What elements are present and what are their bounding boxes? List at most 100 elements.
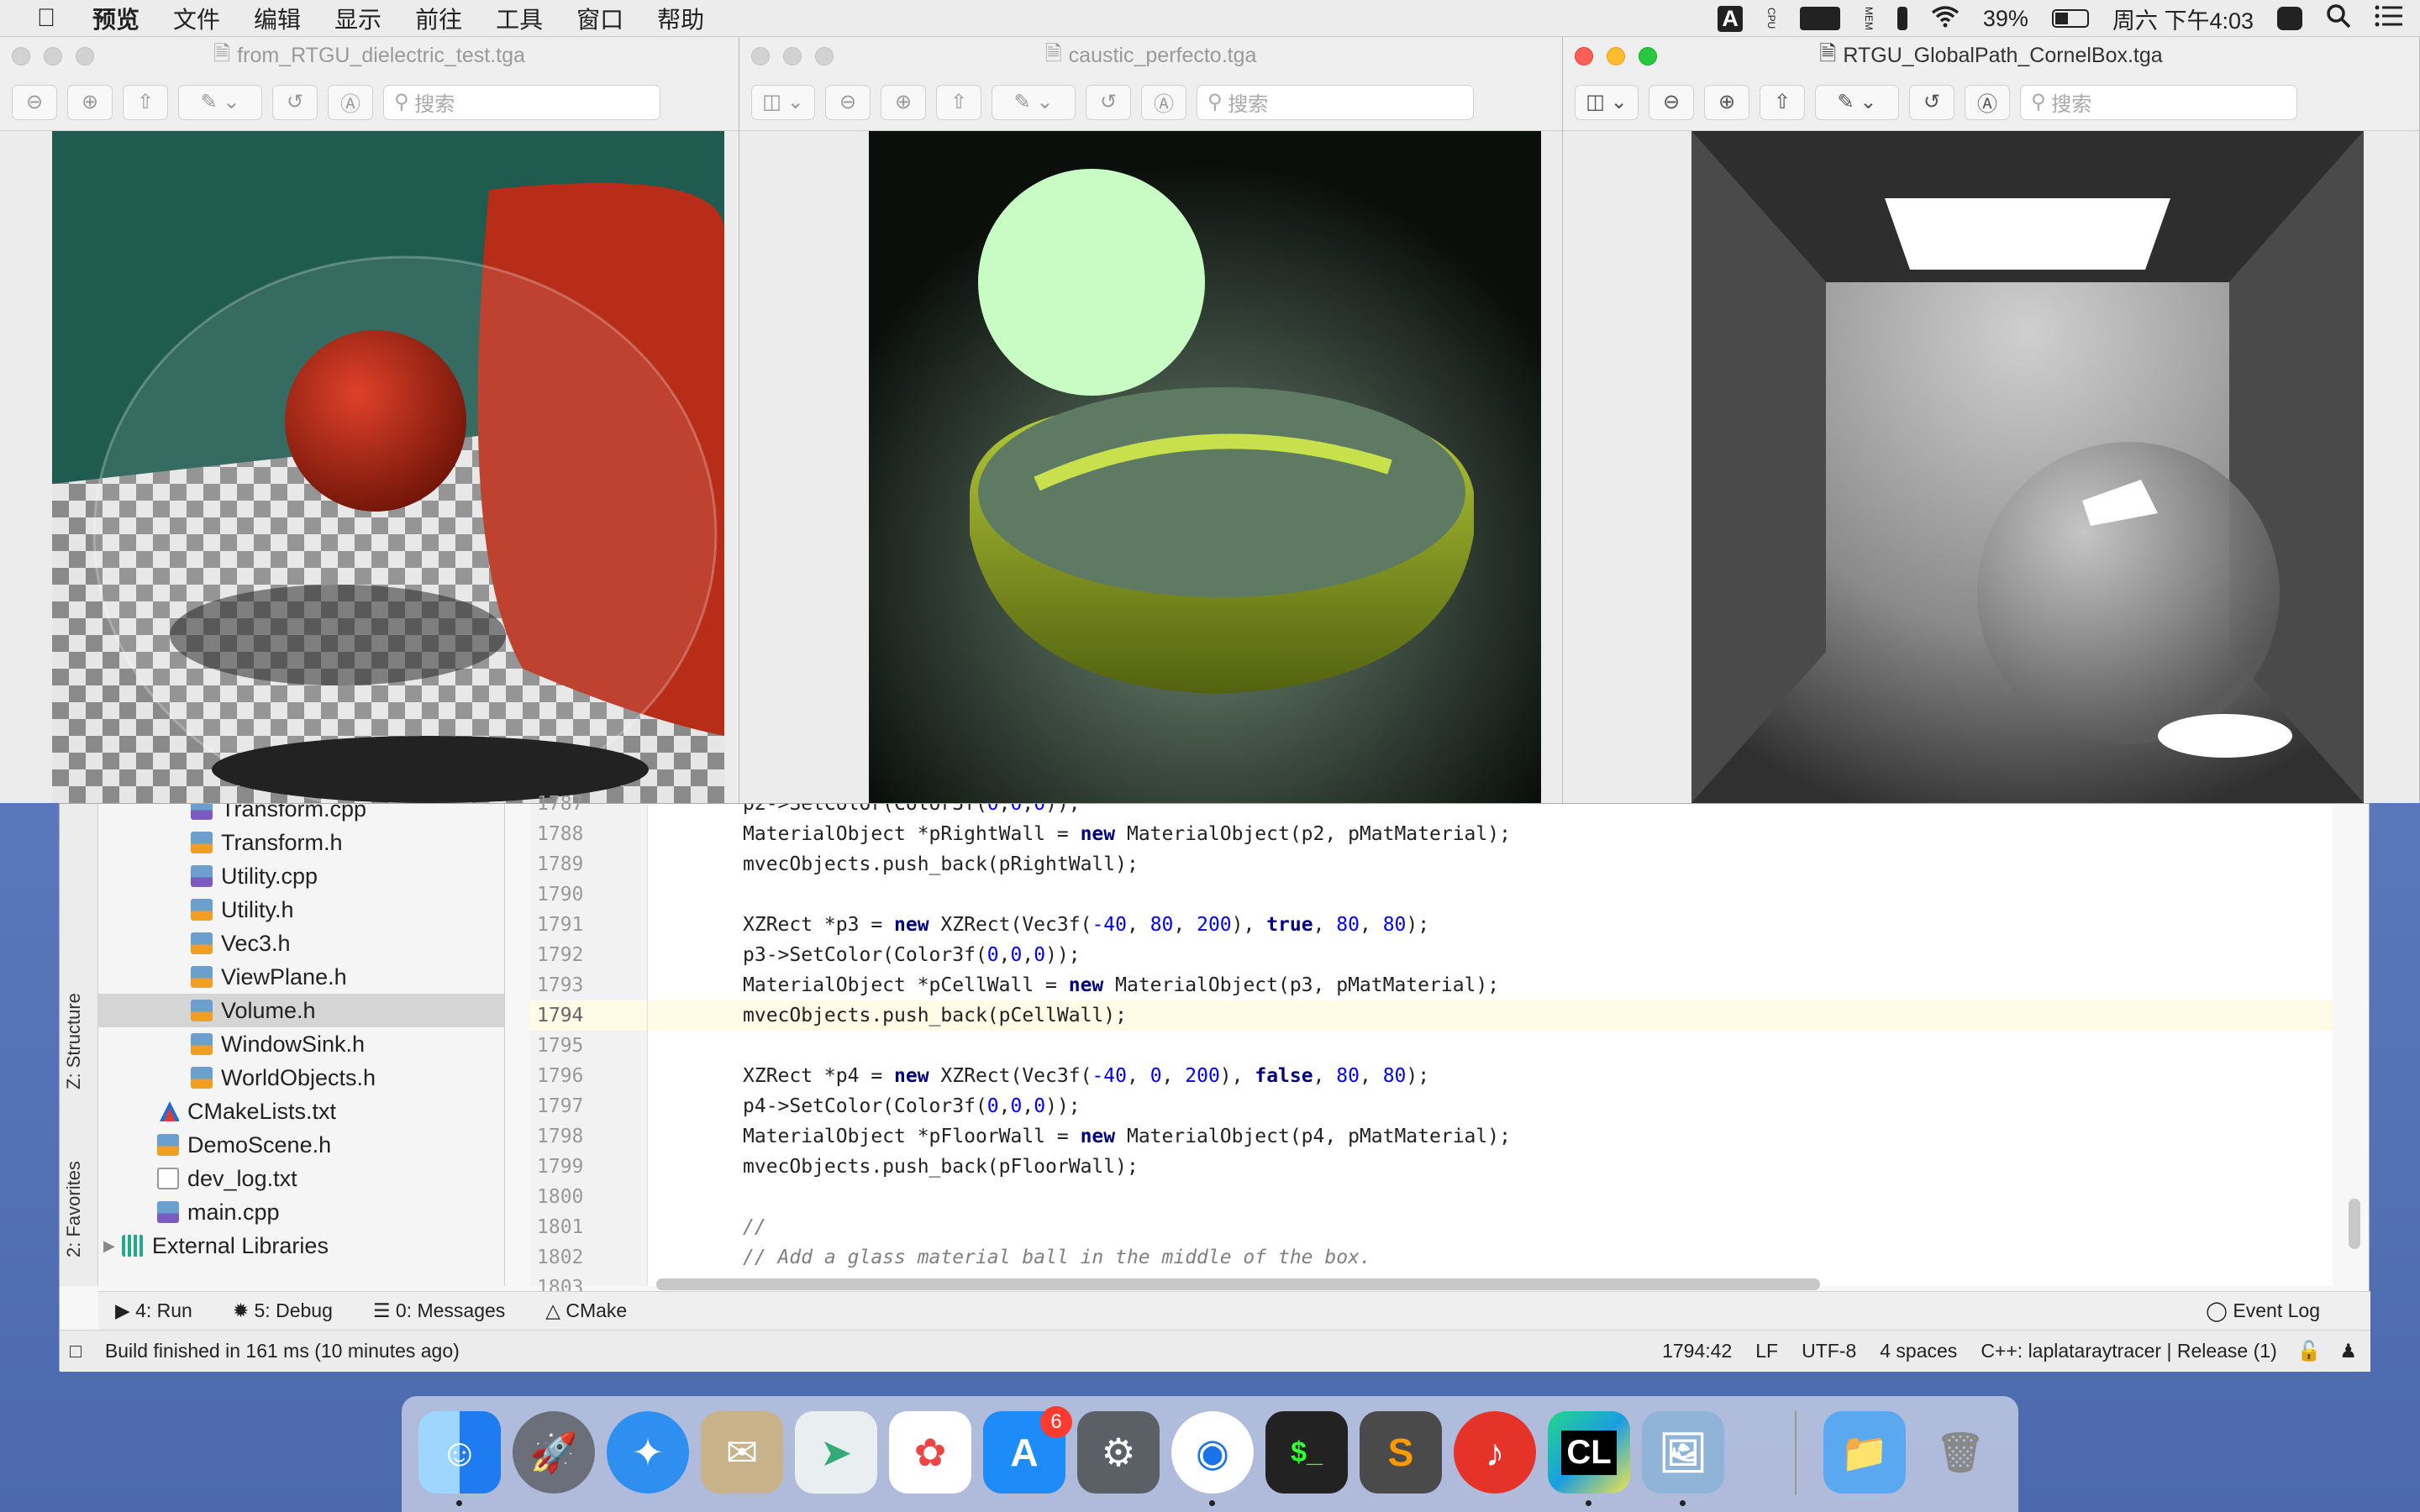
spotlight-search-icon[interactable] (2326, 3, 2351, 34)
apple-menu-icon[interactable]:  (0, 4, 92, 33)
netease-music-icon[interactable]: ♪ (1454, 1411, 1536, 1494)
line-separator[interactable]: LF (1755, 1340, 1778, 1362)
code-line[interactable]: p2->SetColor(Color3f(0,0,0)); (648, 804, 2333, 819)
clock[interactable]: 周六 下午4:03 (2112, 3, 2254, 35)
structure-tab[interactable]: Z: Structure (63, 993, 85, 1089)
menu-view[interactable]: 显示 (334, 2, 381, 35)
favorites-tab[interactable]: 2: Favorites (63, 1161, 85, 1257)
code-line[interactable]: MaterialObject *pFloorWall = new Materia… (648, 1121, 2333, 1152)
finder-icon[interactable]: ☺ (418, 1411, 501, 1494)
menu-help[interactable]: 帮助 (657, 2, 704, 35)
code-line[interactable]: p4->SetColor(Color3f(0,0,0)); (648, 1091, 2333, 1121)
battery-icon[interactable] (2051, 9, 2089, 28)
tree-item[interactable]: Transform.h (98, 826, 504, 859)
trash-icon[interactable]: 🗑 (1919, 1411, 2002, 1494)
photos-icon[interactable]: ✿ (889, 1411, 971, 1494)
annotate-button[interactable]: Ⓐ (1141, 84, 1186, 120)
share-button[interactable]: ⇧ (123, 84, 168, 120)
code-line[interactable]: mvecObjects.push_back(pFloorWall); (648, 1152, 2333, 1182)
tree-item[interactable]: dev_log.txt (98, 1162, 504, 1195)
close-button[interactable] (751, 47, 770, 66)
tree-item[interactable]: Volume.h (98, 994, 504, 1027)
rotate-button[interactable]: ↺ (272, 84, 318, 120)
tree-item[interactable]: Vec3.h (98, 927, 504, 960)
sidebar-toggle-button[interactable]: ◫ ⌄ (751, 84, 815, 120)
downloads-folder-icon[interactable]: 📁 (1823, 1411, 1906, 1494)
zoom-in-button[interactable]: ⊕ (881, 84, 926, 120)
code-line[interactable]: XZRect *p4 = new XZRect(Vec3f(-40, 0, 20… (648, 1061, 2333, 1091)
preview-icon[interactable]: 🖼 (1642, 1411, 1724, 1494)
debug-tab[interactable]: ✹ 5: Debug (233, 1299, 333, 1322)
wifi-icon[interactable] (1931, 4, 1960, 34)
window-titlebar[interactable]: 🗎 RTGU_GlobalPath_CornelBox.tga (1563, 37, 2419, 74)
caret-position[interactable]: 1794:42 (1662, 1340, 1732, 1362)
code-line[interactable]: // (648, 1212, 2333, 1242)
menu-app-name[interactable]: 预览 (92, 2, 139, 35)
vertical-scrollbar[interactable] (2349, 1199, 2360, 1249)
close-button[interactable] (1575, 47, 1593, 66)
tree-item[interactable]: WorldObjects.h (98, 1061, 504, 1095)
code-line[interactable]: MaterialObject *pCellWall = new Material… (648, 970, 2333, 1000)
safari-icon[interactable]: ✦ (607, 1411, 689, 1494)
code-line[interactable] (648, 879, 2333, 910)
zoom-in-button[interactable]: ⊕ (67, 84, 113, 120)
code-editor[interactable]: p2->SetColor(Color3f(0,0,0)); MaterialObj… (648, 804, 2333, 1286)
share-button[interactable]: ⇧ (1760, 84, 1805, 120)
tree-item[interactable]: ▶ External Libraries (98, 1229, 504, 1263)
toggle-tool-windows-icon[interactable]: □ (70, 1340, 82, 1362)
zoom-out-button[interactable]: ⊖ (825, 84, 871, 120)
minimize-button[interactable] (1607, 47, 1625, 66)
system-preferences-icon[interactable]: ⚙ (1077, 1411, 1160, 1494)
sublime-status-icon[interactable] (2277, 7, 2302, 30)
expand-arrow-icon[interactable]: ▶ (103, 1237, 115, 1255)
rotate-button[interactable]: ↺ (1909, 84, 1954, 120)
sublime-text-icon[interactable]: S (1360, 1411, 1442, 1494)
zoom-out-button[interactable]: ⊖ (1649, 84, 1694, 120)
zoom-in-button[interactable]: ⊕ (1704, 84, 1749, 120)
markup-button[interactable]: ✎ ⌄ (1815, 84, 1899, 120)
tree-item[interactable]: WindowSink.h (98, 1027, 504, 1061)
menu-file[interactable]: 文件 (173, 2, 220, 35)
minimize-button[interactable] (44, 47, 62, 66)
annotate-button[interactable]: Ⓐ (328, 84, 373, 120)
minimize-button[interactable] (783, 47, 802, 66)
run-tab[interactable]: ▶ 4: Run (115, 1299, 192, 1322)
menu-edit[interactable]: 编辑 (254, 2, 301, 35)
memory-monitor-icon[interactable]: MEM (1863, 7, 1875, 30)
menu-window[interactable]: 窗口 (576, 2, 623, 35)
file-encoding[interactable]: UTF-8 (1802, 1340, 1856, 1362)
status-message[interactable]: Build finished in 161 ms (10 minutes ago… (105, 1340, 460, 1362)
annotate-button[interactable]: Ⓐ (1965, 84, 2010, 120)
clion-icon[interactable]: CL (1548, 1411, 1630, 1494)
input-source-icon[interactable]: A (1718, 5, 1743, 32)
indent-setting[interactable]: 4 spaces (1880, 1340, 1957, 1362)
search-field[interactable]: ⚲ 搜索 (1197, 84, 1474, 120)
rotate-button[interactable]: ↺ (1086, 84, 1131, 120)
tree-item[interactable]: CMakeLists.txt (98, 1095, 504, 1128)
zoom-out-button[interactable]: ⊖ (12, 84, 57, 120)
event-log-tab[interactable]: ◯ Event Log (2206, 1299, 2320, 1322)
code-line[interactable]: mvecObjects.push_back(pCellWall); (648, 1000, 2333, 1031)
zoom-button[interactable] (76, 47, 94, 66)
code-line[interactable] (648, 1031, 2333, 1061)
window-titlebar[interactable]: 🗎 caustic_perfecto.tga (739, 37, 1562, 74)
code-line[interactable] (648, 1182, 2333, 1212)
cmake-tab[interactable]: △ CMake (545, 1299, 627, 1322)
close-button[interactable] (12, 47, 30, 66)
code-line[interactable]: mvecObjects.push_back(pRightWall); (648, 849, 2333, 879)
tree-item[interactable]: Utility.cpp (98, 859, 504, 893)
chrome-icon[interactable]: ◉ (1171, 1411, 1254, 1494)
menu-go[interactable]: 前往 (415, 2, 462, 35)
launchpad-icon[interactable]: 🚀 (513, 1411, 595, 1494)
notification-center-icon[interactable] (2375, 4, 2403, 34)
zoom-button[interactable] (815, 47, 834, 66)
menu-tools[interactable]: 工具 (496, 2, 543, 35)
tree-item[interactable]: Transform.cpp (98, 804, 504, 826)
cpu-monitor-icon[interactable]: CPU (1765, 8, 1777, 29)
sidebar-toggle-button[interactable]: ◫ ⌄ (1575, 84, 1639, 120)
app-store-icon[interactable]: A6 (983, 1406, 1072, 1494)
horizontal-scrollbar[interactable] (656, 1278, 1820, 1290)
tree-item[interactable]: Utility.h (98, 893, 504, 927)
maps-icon[interactable]: ➤ (795, 1411, 877, 1494)
markup-button[interactable]: ✎ ⌄ (992, 84, 1076, 120)
